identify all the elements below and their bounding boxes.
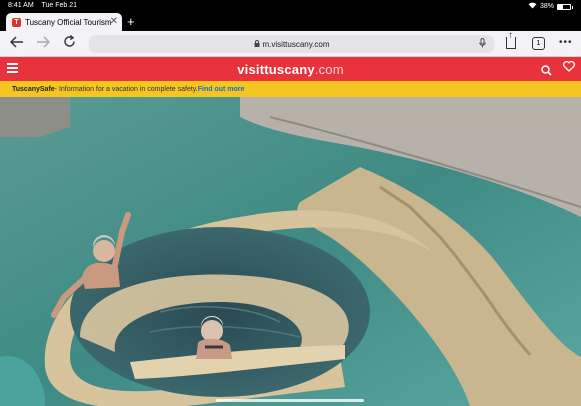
site-logo[interactable]: visittuscany.com [0,62,581,77]
browser-toolbar: m.visittuscany.com 1 ••• [0,30,581,57]
battery-icon [557,3,573,10]
tuscanysafe-banner: TuscanySafe - Information for a vacation… [0,81,581,97]
reload-button[interactable] [63,34,76,51]
logo-suffix: .com [314,62,344,77]
address-bar[interactable]: m.visittuscany.com [89,35,494,53]
microphone-icon[interactable] [479,38,486,50]
lock-icon [254,39,260,49]
favicon: T [12,17,21,27]
home-indicator [216,399,364,402]
new-tab-icon[interactable]: + [127,14,135,29]
url-text: m.visittuscany.com [262,39,330,49]
logo-main: visittuscany [237,62,315,77]
search-icon[interactable] [541,63,552,76]
tab-strip: T Tuscany Official Tourism ✕ + [0,12,581,31]
battery-percent: 38% [539,3,554,10]
heart-icon[interactable] [563,60,575,75]
hero-image [0,97,581,406]
forward-button[interactable] [36,35,51,51]
back-button[interactable] [9,35,24,51]
close-tab-icon[interactable]: ✕ [110,16,118,27]
more-button[interactable]: ••• [559,37,573,48]
banner-text: - Information for a vacation in complete… [54,85,198,93]
tabs-button[interactable]: 1 [532,37,545,50]
status-bar: 8:41 AM Tue Feb 21 38% [0,0,581,12]
wifi-icon [528,2,537,11]
browser-tab[interactable]: T Tuscany Official Tourism ✕ [6,13,122,31]
status-date: Tue Feb 21 [41,2,78,9]
share-button[interactable] [506,30,516,49]
status-time: 8:41 AM [8,2,34,9]
tab-title: Tuscany Official Tourism [25,17,111,27]
find-out-more-link[interactable]: Find out more [198,86,245,93]
site-header: visittuscany.com [0,57,581,81]
banner-label: TuscanySafe [12,85,55,93]
